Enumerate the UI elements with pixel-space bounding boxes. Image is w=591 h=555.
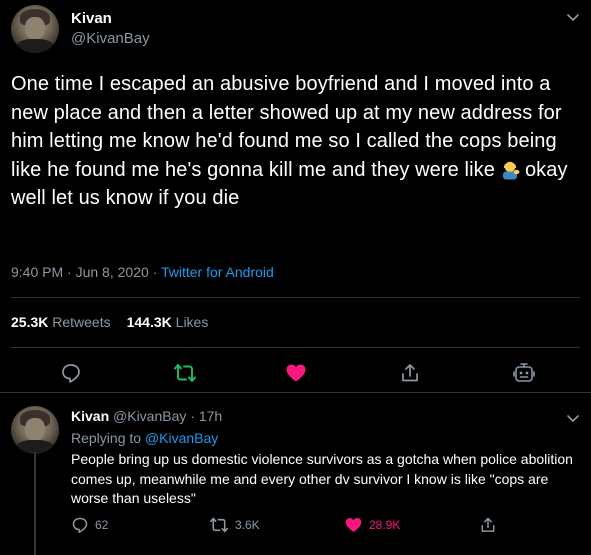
like-button[interactable]: 28.9K bbox=[344, 516, 400, 534]
tweet-text-part1: One time I escaped an abusive boyfriend … bbox=[11, 73, 562, 181]
share-icon[interactable] bbox=[399, 362, 421, 384]
handle[interactable]: @KivanBay bbox=[113, 408, 186, 424]
retweet-icon[interactable] bbox=[173, 362, 197, 384]
divider bbox=[11, 347, 580, 348]
meta-separator: · bbox=[63, 264, 76, 280]
avatar[interactable] bbox=[11, 5, 59, 53]
retweet-button[interactable]: 3.6K bbox=[209, 516, 260, 534]
reply-icon bbox=[72, 517, 88, 534]
tweet-meta: 9:40 PM · Jun 8, 2020 · Twitter for Andr… bbox=[11, 264, 274, 280]
analytics-icon[interactable] bbox=[512, 361, 536, 385]
reply-text: People bring up us domestic violence sur… bbox=[71, 451, 573, 506]
share-button[interactable] bbox=[479, 516, 503, 534]
reply-icon[interactable] bbox=[60, 362, 82, 384]
retweets-count: 3.6K bbox=[235, 518, 260, 532]
engagement-stats: 25.3K Retweets 144.3K Likes bbox=[11, 314, 208, 330]
likes-count: 28.9K bbox=[369, 518, 401, 532]
likes-count: 144.3K bbox=[126, 314, 172, 330]
divider bbox=[11, 297, 580, 298]
like-icon bbox=[345, 518, 362, 532]
display-name[interactable]: Kivan bbox=[71, 10, 112, 27]
man-tipping-hand-emoji bbox=[502, 161, 520, 180]
meta-separator: · bbox=[148, 264, 161, 280]
likes-label: Likes bbox=[175, 314, 209, 330]
tweet-source[interactable]: Twitter for Android bbox=[161, 264, 274, 280]
thread-line bbox=[34, 452, 36, 555]
likes-stat[interactable]: 144.3K Likes bbox=[127, 314, 209, 330]
tweet-date[interactable]: Jun 8, 2020 bbox=[76, 264, 149, 280]
reply-button[interactable]: 62 bbox=[71, 516, 108, 534]
main-tweet: Kivan @KivanBay One time I escaped an ab… bbox=[0, 0, 591, 392]
tweet-time[interactable]: 9:40 PM bbox=[11, 264, 63, 280]
replies-count: 62 bbox=[95, 518, 109, 532]
reply-header: Kivan @KivanBay · 17h bbox=[71, 408, 222, 424]
reply-action-bar: 62 3.6K 28.9K bbox=[71, 516, 511, 536]
replying-to: Replying to @KivanBay bbox=[71, 430, 218, 446]
retweets-count: 25.3K bbox=[11, 314, 49, 330]
chevron-down-icon[interactable] bbox=[565, 410, 581, 426]
like-icon[interactable] bbox=[285, 362, 307, 384]
handle[interactable]: @KivanBay bbox=[71, 30, 150, 47]
retweets-label: Retweets bbox=[52, 314, 111, 330]
tweet-text: One time I escaped an abusive boyfriend … bbox=[11, 70, 581, 213]
meta-separator: · bbox=[186, 408, 199, 424]
display-name[interactable]: Kivan bbox=[71, 408, 109, 424]
retweets-stat[interactable]: 25.3K Retweets bbox=[11, 314, 111, 330]
chevron-down-icon[interactable] bbox=[565, 9, 581, 25]
reply-tweet[interactable]: Kivan @KivanBay · 17h Replying to @Kivan… bbox=[0, 392, 591, 555]
tweet-time[interactable]: 17h bbox=[199, 408, 222, 424]
mention-link[interactable]: @KivanBay bbox=[145, 430, 218, 446]
retweet-icon bbox=[210, 517, 228, 533]
replying-label: Replying to bbox=[71, 430, 145, 446]
share-icon bbox=[481, 517, 495, 532]
avatar[interactable] bbox=[11, 406, 59, 454]
